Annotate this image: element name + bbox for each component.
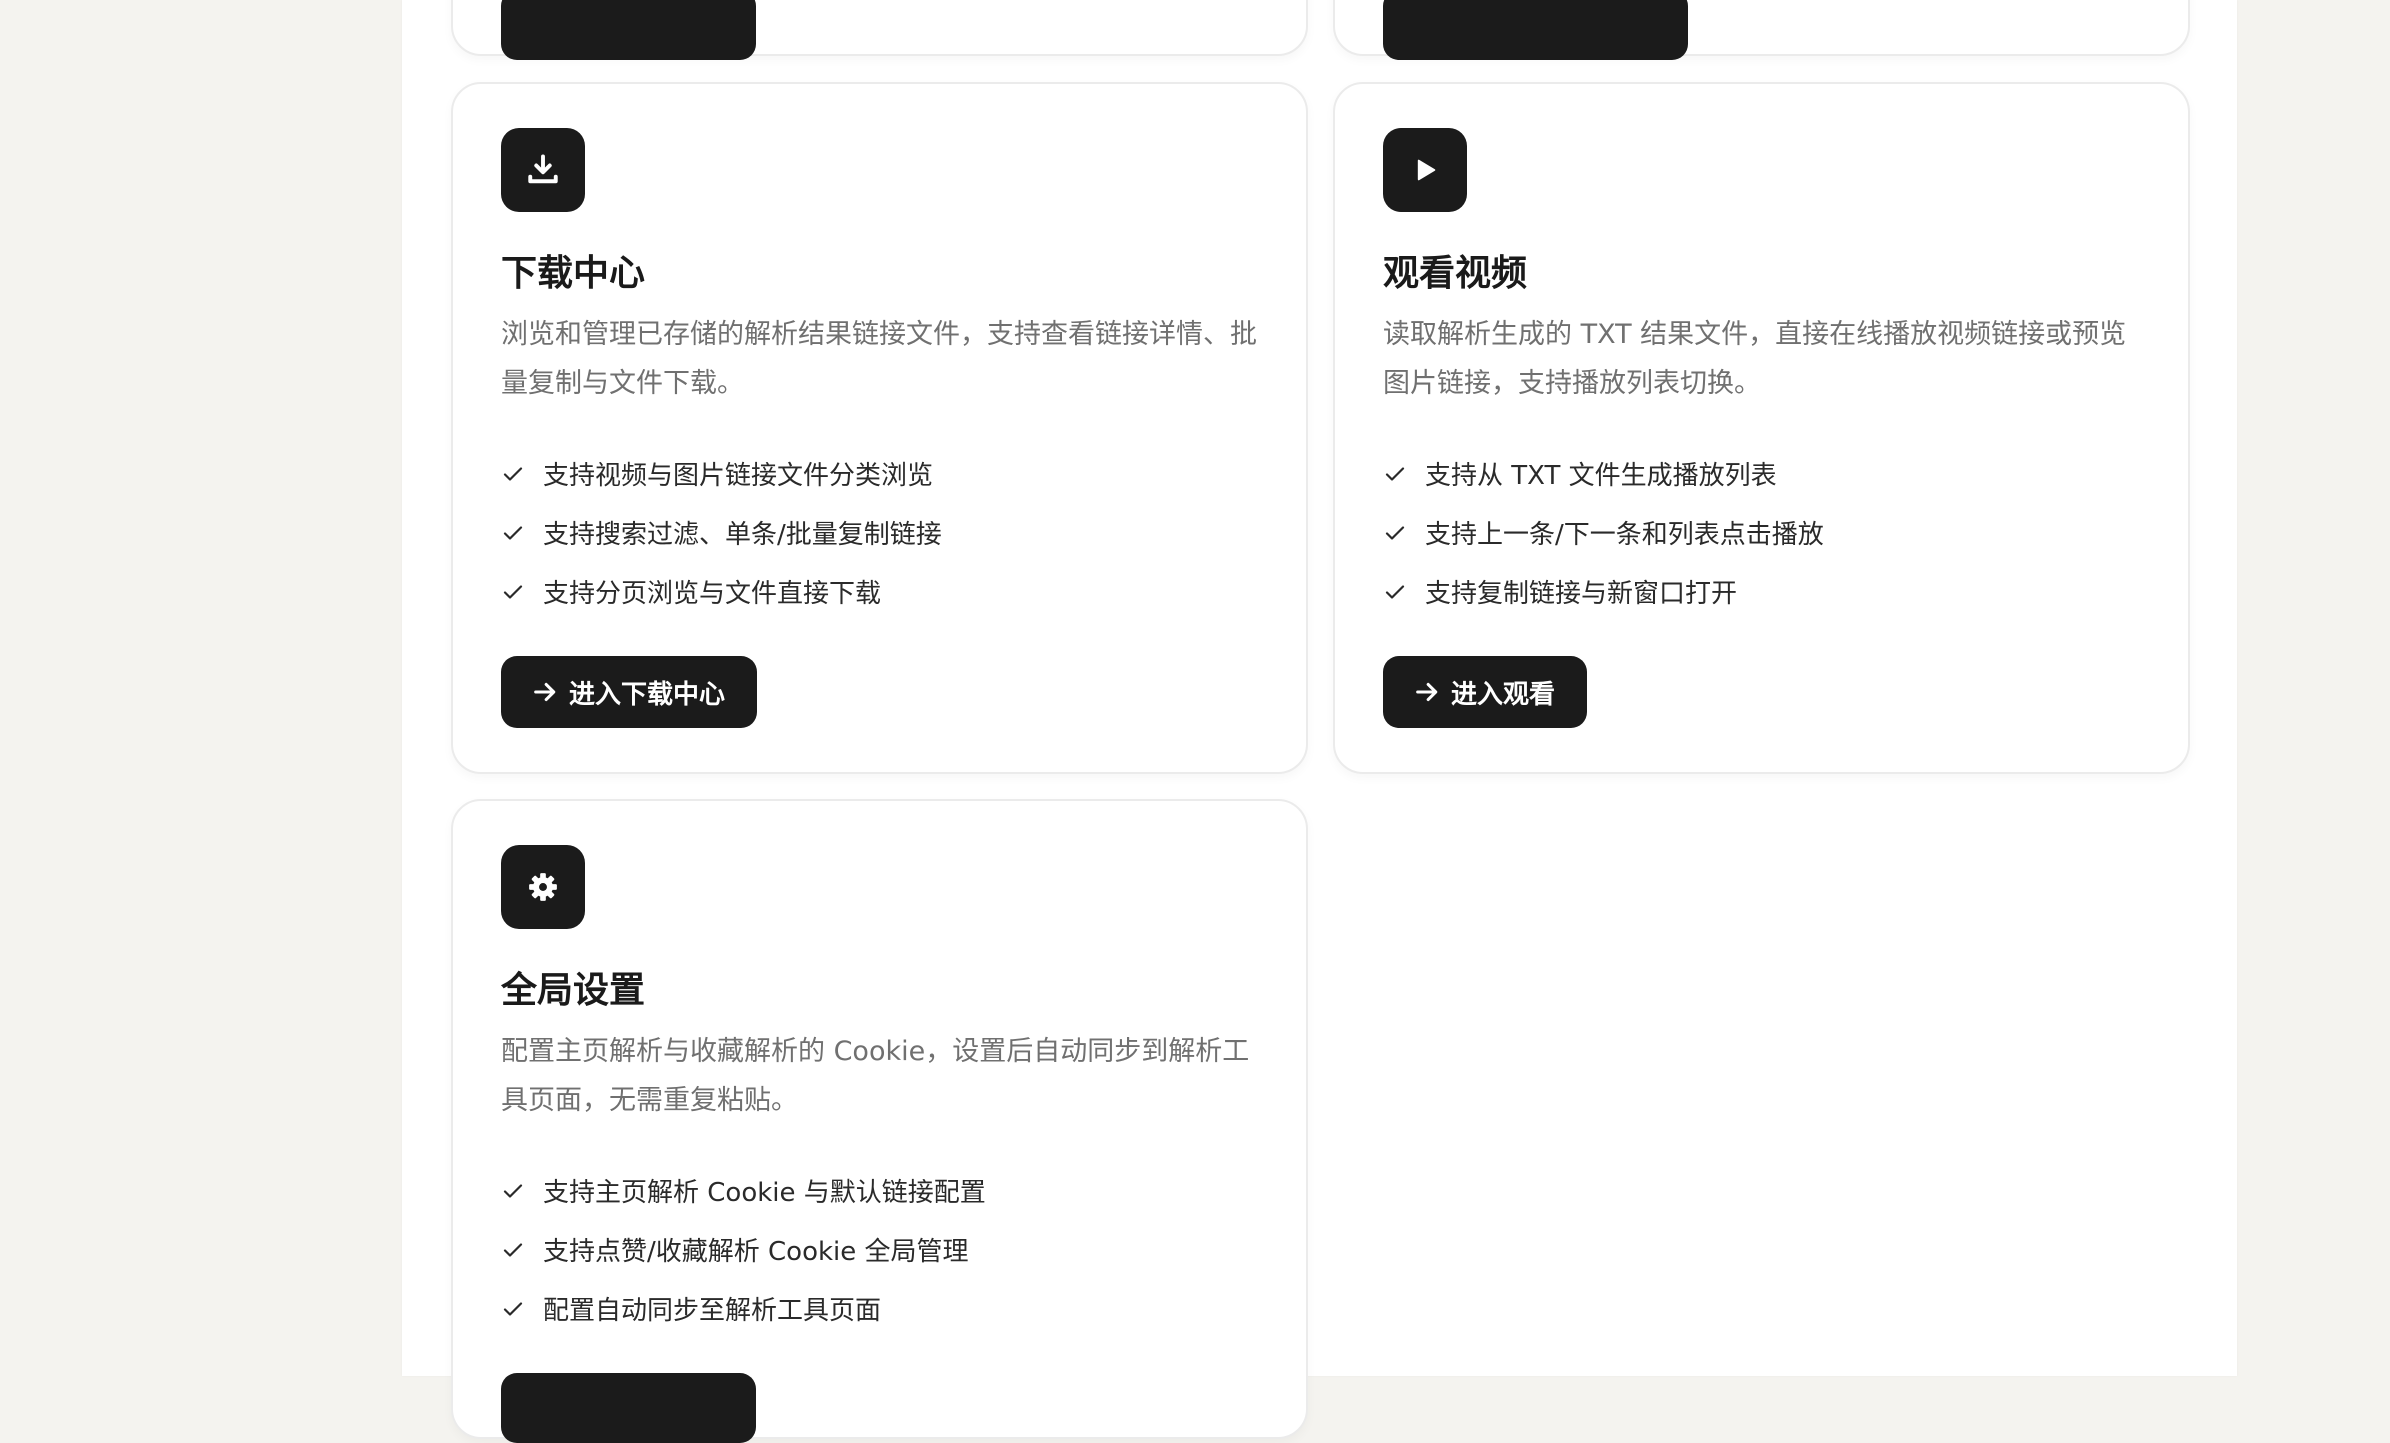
check-icon bbox=[1385, 466, 1405, 481]
enter-download-center-button[interactable]: 进入下载中心 bbox=[501, 656, 758, 728]
card-title: 全局设置 bbox=[501, 970, 646, 1011]
check-icon bbox=[1385, 525, 1405, 540]
feature-item: 支持复制链接与新窗口打开 bbox=[1383, 562, 1824, 621]
feature-item: 支持视频与图片链接文件分类浏览 bbox=[501, 444, 942, 503]
feature-item: 支持主页解析 Cookie 与默认链接配置 bbox=[501, 1161, 986, 1220]
check-icon bbox=[503, 1242, 523, 1257]
feature-text: 支持分页浏览与文件直接下载 bbox=[543, 579, 882, 609]
check-icon bbox=[503, 466, 523, 481]
feature-item: 支持上一条/下一条和列表点击播放 bbox=[1383, 503, 1824, 562]
card-download-center: 下载中心 浏览和管理已存储的解析结果链接文件，支持查看链接详情、批量复制与文件下… bbox=[451, 82, 1308, 774]
check-icon bbox=[1385, 584, 1405, 599]
enter-settings-button[interactable] bbox=[501, 1373, 756, 1443]
feature-text: 支持点赞/收藏解析 Cookie 全局管理 bbox=[543, 1237, 969, 1267]
check-icon bbox=[503, 525, 523, 540]
feature-item: 支持点赞/收藏解析 Cookie 全局管理 bbox=[501, 1220, 986, 1279]
card-description: 读取解析生成的 TXT 结果文件，直接在线播放视频链接或预览图片链接，支持播放列… bbox=[1383, 319, 2127, 399]
arrow-right-icon bbox=[534, 682, 556, 702]
feature-list: 支持视频与图片链接文件分类浏览 支持搜索过滤、单条/批量复制链接 支持分页浏览与… bbox=[501, 444, 942, 621]
card-description: 配置主页解析与收藏解析的 Cookie，设置后自动同步到解析工具页面，无需重复粘… bbox=[501, 1036, 1250, 1116]
download-icon bbox=[501, 128, 585, 212]
enter-watch-button[interactable]: 进入观看 bbox=[1383, 656, 1588, 728]
card-partial-left bbox=[451, 0, 1308, 60]
check-icon bbox=[503, 1301, 523, 1316]
feature-text: 支持从 TXT 文件生成播放列表 bbox=[1425, 461, 1777, 491]
play-icon bbox=[1383, 128, 1467, 212]
feature-item: 支持分页浏览与文件直接下载 bbox=[501, 562, 942, 621]
feature-text: 支持复制链接与新窗口打开 bbox=[1425, 579, 1738, 609]
arrow-right-icon bbox=[1416, 682, 1438, 702]
gear-icon bbox=[501, 845, 585, 929]
card-action-button-partial[interactable] bbox=[501, 0, 756, 60]
card-title: 观看视频 bbox=[1383, 253, 1528, 294]
check-icon bbox=[503, 584, 523, 599]
feature-text: 支持主页解析 Cookie 与默认链接配置 bbox=[543, 1178, 986, 1208]
feature-list: 支持从 TXT 文件生成播放列表 支持上一条/下一条和列表点击播放 支持复制链接… bbox=[1383, 444, 1824, 621]
card-global-settings: 全局设置 配置主页解析与收藏解析的 Cookie，设置后自动同步到解析工具页面，… bbox=[451, 799, 1308, 1443]
card-description: 浏览和管理已存储的解析结果链接文件，支持查看链接详情、批量复制与文件下载。 bbox=[501, 319, 1257, 399]
button-label: 进入观看 bbox=[1451, 679, 1556, 710]
feature-item: 支持搜索过滤、单条/批量复制链接 bbox=[501, 503, 942, 562]
feature-item: 配置自动同步至解析工具页面 bbox=[501, 1279, 986, 1338]
feature-text: 支持搜索过滤、单条/批量复制链接 bbox=[543, 520, 942, 550]
feature-item: 支持从 TXT 文件生成播放列表 bbox=[1383, 444, 1824, 503]
card-title: 下载中心 bbox=[501, 253, 646, 294]
feature-list: 支持主页解析 Cookie 与默认链接配置 支持点赞/收藏解析 Cookie 全… bbox=[501, 1161, 986, 1338]
card-action-button-partial[interactable] bbox=[1383, 0, 1688, 60]
feature-text: 支持上一条/下一条和列表点击播放 bbox=[1425, 520, 1824, 550]
card-watch-video: 观看视频 读取解析生成的 TXT 结果文件，直接在线播放视频链接或预览图片链接，… bbox=[1333, 82, 2190, 774]
check-icon bbox=[503, 1183, 523, 1198]
button-label: 进入下载中心 bbox=[569, 679, 726, 710]
card-partial-right bbox=[1333, 0, 2190, 60]
feature-text: 配置自动同步至解析工具页面 bbox=[543, 1296, 882, 1326]
feature-text: 支持视频与图片链接文件分类浏览 bbox=[543, 461, 934, 491]
